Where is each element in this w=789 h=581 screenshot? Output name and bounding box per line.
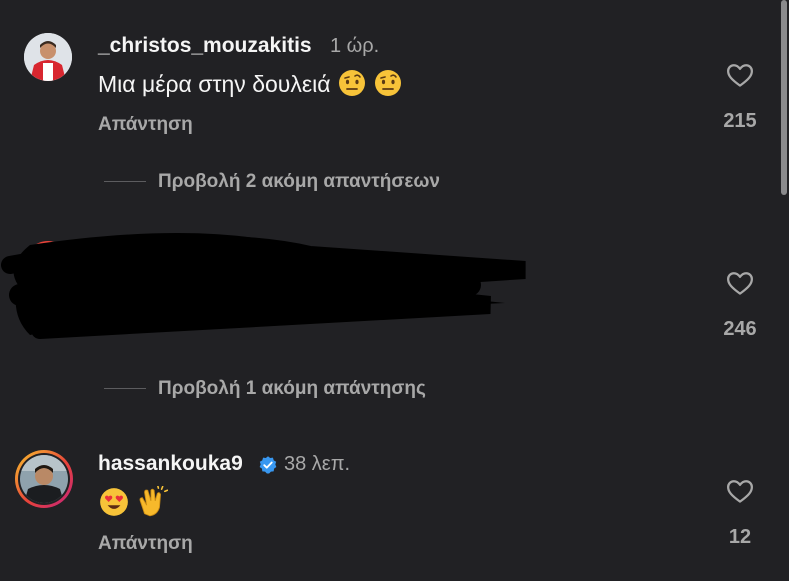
like-count: 12: [728, 526, 752, 548]
clapping-hands-emoji: [136, 485, 169, 524]
like-count: 246: [723, 318, 757, 340]
comment-text: Μια μέρα στην δουλειά: [98, 68, 403, 104]
view-more-replies-button[interactable]: Προβολή 2 ακόμη απαντήσεων: [158, 171, 440, 193]
heart-eyes-emoji: [98, 486, 130, 524]
comment-text: [98, 485, 169, 524]
comment-time: 38 λεπ.: [284, 453, 351, 475]
like-heart-icon[interactable]: [725, 60, 755, 90]
avatar[interactable]: [20, 455, 68, 503]
raised-eyebrow-emoji: [337, 68, 367, 104]
comment-time: 1 ώρ.: [330, 35, 380, 57]
like-heart-icon[interactable]: [725, 268, 755, 298]
divider-line: [104, 388, 146, 389]
comment-username[interactable]: hassankouka9: [98, 452, 243, 476]
redaction-scribble: [1, 232, 526, 339]
view-more-replies-button[interactable]: Προβολή 1 ακόμη απάντησης: [158, 378, 426, 400]
avatar[interactable]: [24, 33, 72, 81]
like-count: 215: [723, 110, 757, 132]
scrollbar[interactable]: [781, 0, 787, 195]
comment-text-content: Μια μέρα στην δουλειά: [98, 71, 331, 98]
verified-badge-icon: [259, 456, 277, 474]
reply-button[interactable]: Απάντηση: [98, 533, 193, 555]
reply-button[interactable]: Απάντηση: [98, 114, 193, 136]
like-heart-icon[interactable]: [725, 476, 755, 506]
divider-line: [104, 181, 146, 182]
comment-username[interactable]: _christos_mouzakitis: [98, 34, 312, 58]
raised-eyebrow-emoji: [373, 68, 403, 104]
